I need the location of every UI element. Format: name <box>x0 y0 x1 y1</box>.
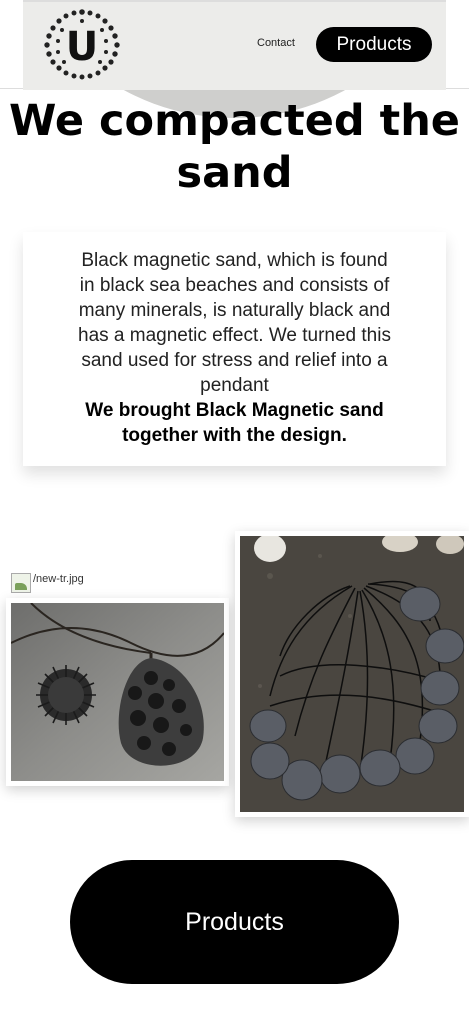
magnetic-sand-cluster <box>36 665 96 725</box>
logo-icon[interactable]: U <box>38 8 126 80</box>
nav-products-button[interactable]: Products <box>316 27 432 62</box>
intro-text-line: pendant <box>200 375 269 396</box>
page-title-line-1: We compacted the <box>9 96 460 146</box>
page-title: We compacted the sand <box>0 95 469 199</box>
logo-letter: U <box>66 24 98 70</box>
intro-text-line: has a magnetic effect. We turned this <box>78 325 391 346</box>
photo-frame-beach <box>235 531 469 817</box>
nav-contact-link[interactable]: Contact <box>257 37 295 49</box>
intro-text-line: sand used for stress and relief into a <box>81 350 388 371</box>
intro-bold-line: together with the design. <box>122 425 347 446</box>
intro-text-line: Black magnetic sand, which is found <box>81 250 388 271</box>
broken-image-icon <box>11 573 31 593</box>
intro-text: Black magnetic sand, which is found in b… <box>47 248 422 398</box>
intro-bold-text: We brought Black Magnetic sand together … <box>47 398 422 448</box>
broken-image: /new-tr.jpg <box>11 573 84 593</box>
page-title-line-2: sand <box>176 148 293 198</box>
intro-text-line: many minerals, is naturally black and <box>78 300 391 321</box>
products-cta-button[interactable]: Products <box>70 860 399 984</box>
intro-bold-line: We brought Black Magnetic sand <box>85 400 384 421</box>
intro-text-line: in black sea beaches and consists of <box>79 275 390 296</box>
intro-card: Black magnetic sand, which is found in b… <box>23 232 446 466</box>
broken-image-alt: /new-tr.jpg <box>33 573 84 585</box>
photo-frame-pendant <box>6 598 229 786</box>
beach-pendants-photo <box>240 536 464 812</box>
pendant-photo <box>11 603 224 781</box>
